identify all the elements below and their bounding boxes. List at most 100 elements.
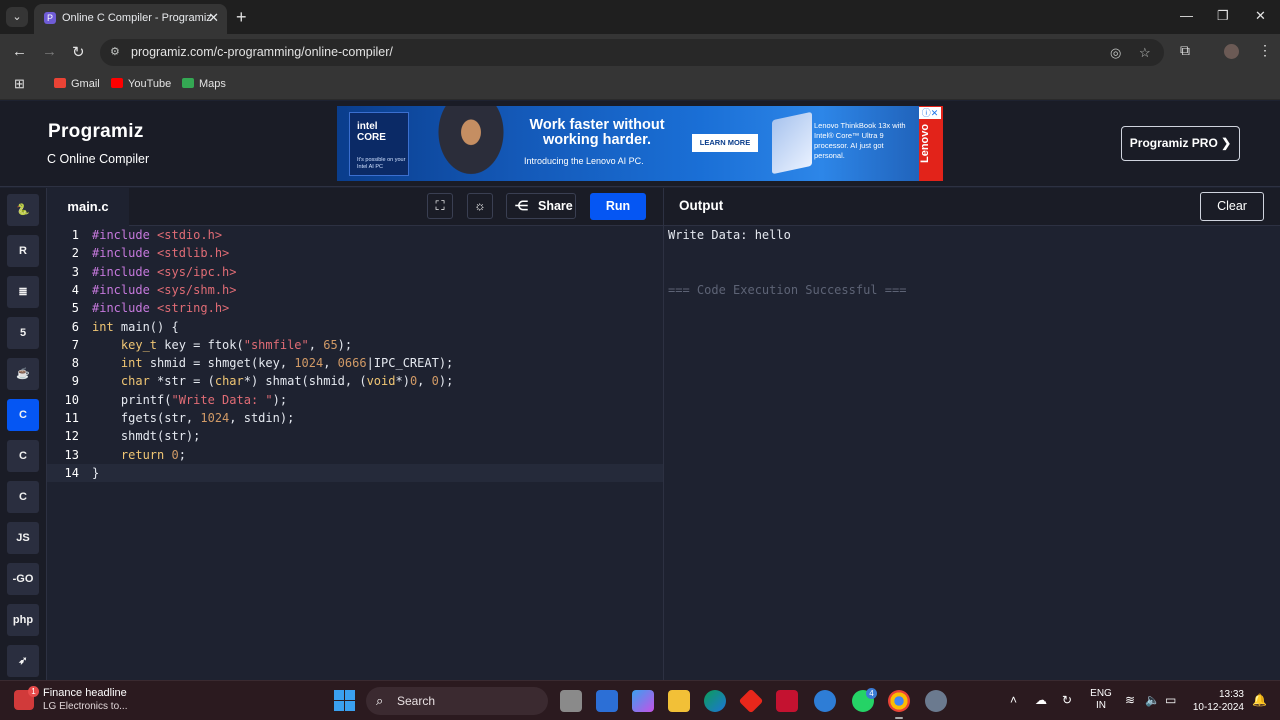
- code-line[interactable]: 3 #include <sys/ipc.h>: [47, 263, 663, 281]
- tray-overflow-chevron-icon[interactable]: ˄: [1010, 693, 1017, 707]
- lang-java-button[interactable]: ☕: [7, 358, 39, 390]
- tab-close-icon[interactable]: ✕: [208, 10, 219, 26]
- code-line[interactable]: 1 #include <stdio.h>: [47, 226, 663, 244]
- output-line: Write Data: hello: [668, 228, 791, 242]
- line-number: 6: [71, 319, 79, 334]
- code-text: }: [92, 465, 100, 480]
- lang-javascript-button[interactable]: JS: [7, 522, 39, 554]
- ad-headline: Work faster without working harder.: [529, 117, 665, 148]
- code-line[interactable]: 7 key_t key = ftok("shmfile", 65);: [47, 336, 663, 354]
- ad-close-icon[interactable]: ⓘ✕: [919, 107, 941, 119]
- new-tab-icon[interactable]: +: [236, 7, 247, 27]
- battery-icon[interactable]: ▭: [1165, 693, 1176, 707]
- ad-learn-more-button[interactable]: LEARN MORE: [692, 134, 758, 152]
- advertisement-banner[interactable]: intel CORE It's possible on your Intel A…: [337, 106, 943, 181]
- lang-csharp-button[interactable]: C: [7, 481, 39, 513]
- update-icon[interactable]: ↻: [1062, 693, 1072, 707]
- lang-go-button[interactable]: -GO: [7, 563, 39, 595]
- bookmark-maps[interactable]: Maps: [182, 78, 226, 90]
- input-language-indicator[interactable]: ENG IN: [1090, 688, 1112, 712]
- extensions-icon[interactable]: ⧉: [1180, 42, 1190, 59]
- programiz-pro-button[interactable]: Programiz PRO ❯: [1121, 126, 1240, 161]
- minimize-icon[interactable]: —: [1180, 8, 1193, 23]
- chrome-icon[interactable]: [888, 690, 910, 719]
- code-text: printf("Write Data: ");: [92, 392, 288, 407]
- bookmark-youtube[interactable]: YouTube: [111, 78, 171, 90]
- language-sidebar: 🐍 R ≣ 5 ☕ C C C JS -GO php ➶: [0, 188, 47, 680]
- fullscreen-icon[interactable]: ⛶: [427, 193, 453, 219]
- notification-bell-icon[interactable]: 🔔: [1252, 693, 1267, 707]
- mcafee-icon[interactable]: [776, 690, 798, 712]
- lang-line-1: ENG: [1090, 688, 1112, 699]
- lang-html-button[interactable]: 5: [7, 317, 39, 349]
- ms-store-icon[interactable]: [596, 690, 618, 712]
- file-explorer-icon[interactable]: [668, 690, 690, 712]
- system-clock[interactable]: 13:33 10-12-2024: [1188, 688, 1244, 714]
- settings-gear-icon[interactable]: [925, 690, 947, 712]
- lang-php-button[interactable]: php: [7, 604, 39, 636]
- site-info-icon[interactable]: ⚙: [110, 45, 124, 59]
- taskbar-search[interactable]: ⌕ Search: [366, 687, 548, 715]
- line-number: 14: [64, 465, 79, 480]
- run-button[interactable]: Run: [590, 193, 646, 220]
- lang-sql-button[interactable]: ≣: [7, 276, 39, 308]
- chrome-menu-icon[interactable]: ⋮: [1258, 42, 1272, 59]
- code-line[interactable]: 4 #include <sys/shm.h>: [47, 281, 663, 299]
- tab-search-icon[interactable]: ⌄: [6, 7, 28, 27]
- line-number: 7: [71, 337, 79, 352]
- code-line[interactable]: 13 return 0;: [47, 446, 663, 464]
- code-line[interactable]: 12 shmdt(str);: [47, 427, 663, 445]
- code-line[interactable]: 6 int main() {: [47, 318, 663, 336]
- search-placeholder: Search: [397, 694, 436, 708]
- wifi-icon[interactable]: ≋: [1125, 693, 1135, 707]
- file-tab-main-c[interactable]: main.c: [47, 188, 129, 226]
- ad-subline: Introducing the Lenovo AI PC.: [524, 156, 644, 166]
- ad-product-text: Lenovo ThinkBook 13x with Intel® Core™ U…: [814, 121, 906, 160]
- copilot-icon[interactable]: [632, 690, 654, 712]
- maximize-icon[interactable]: ❐: [1217, 8, 1229, 24]
- window-close-icon[interactable]: ✕: [1255, 8, 1266, 24]
- profile-avatar[interactable]: [1224, 44, 1239, 59]
- back-icon[interactable]: ←: [12, 43, 27, 60]
- code-line[interactable]: 2 #include <stdlib.h>: [47, 244, 663, 262]
- edge-icon[interactable]: [704, 690, 726, 712]
- clear-button[interactable]: Clear: [1200, 192, 1264, 221]
- address-bar[interactable]: ⚙ programiz.com/c-programming/online-com…: [100, 39, 1164, 66]
- news-headline[interactable]: Finance headline: [43, 687, 127, 699]
- code-line[interactable]: 14}: [47, 463, 663, 482]
- apps-grid-icon[interactable]: ⊞: [14, 76, 25, 92]
- lang-python-button[interactable]: 🐍: [7, 194, 39, 226]
- bookmark-star-icon[interactable]: ☆: [1139, 45, 1151, 61]
- lang-c-button[interactable]: C: [7, 399, 39, 431]
- news-subtitle[interactable]: LG Electronics to...: [43, 701, 127, 712]
- windows-start-icon[interactable]: [334, 690, 355, 711]
- lang-cpp-button[interactable]: C: [7, 440, 39, 472]
- browser-tab-active[interactable]: P Online C Compiler - Programiz ✕: [34, 4, 227, 34]
- lang-swift-button[interactable]: ➶: [7, 645, 39, 677]
- tracking-eye-off-icon[interactable]: ◎: [1110, 45, 1121, 61]
- code-line[interactable]: 8 int shmid = shmget(key, 1024, 0666|IPC…: [47, 354, 663, 372]
- code-line[interactable]: 10 printf("Write Data: ");: [47, 391, 663, 409]
- share-button[interactable]: ⋲ Share: [506, 193, 576, 219]
- code-line[interactable]: 9 char *str = (char*) shmat(shmid, (void…: [47, 372, 663, 390]
- reload-icon[interactable]: ↻: [72, 43, 85, 61]
- code-text: key_t key = ftok("shmfile", 65);: [120, 337, 353, 352]
- programiz-logo[interactable]: Programiz: [48, 121, 144, 143]
- bookmark-gmail[interactable]: Gmail: [54, 78, 100, 90]
- code-area[interactable]: 1 #include <stdio.h> 2 #include <stdlib.h> 3…: [47, 226, 663, 680]
- cloud-sync-icon[interactable]: ☁: [1035, 693, 1047, 707]
- code-line[interactable]: 5 #include <string.h>: [47, 299, 663, 317]
- code-line[interactable]: 11 fgets(str, 1024, stdin);: [47, 409, 663, 427]
- task-view-icon[interactable]: [560, 690, 582, 712]
- share-label: Share: [538, 199, 573, 213]
- forward-icon[interactable]: →: [42, 43, 57, 60]
- lang-r-button[interactable]: R: [7, 235, 39, 267]
- line-number: 4: [71, 282, 79, 297]
- theme-toggle-icon[interactable]: ☼: [467, 193, 493, 219]
- volume-muted-icon[interactable]: 🔈: [1145, 693, 1160, 707]
- help-icon[interactable]: [814, 690, 836, 712]
- browser-toolbar: ← → ↻ ⚙ programiz.com/c-programming/onli…: [0, 34, 1280, 70]
- code-text: #include <sys/ipc.h>: [92, 264, 237, 279]
- bookmark-label: YouTube: [128, 78, 172, 90]
- anydesk-icon[interactable]: [738, 688, 764, 714]
